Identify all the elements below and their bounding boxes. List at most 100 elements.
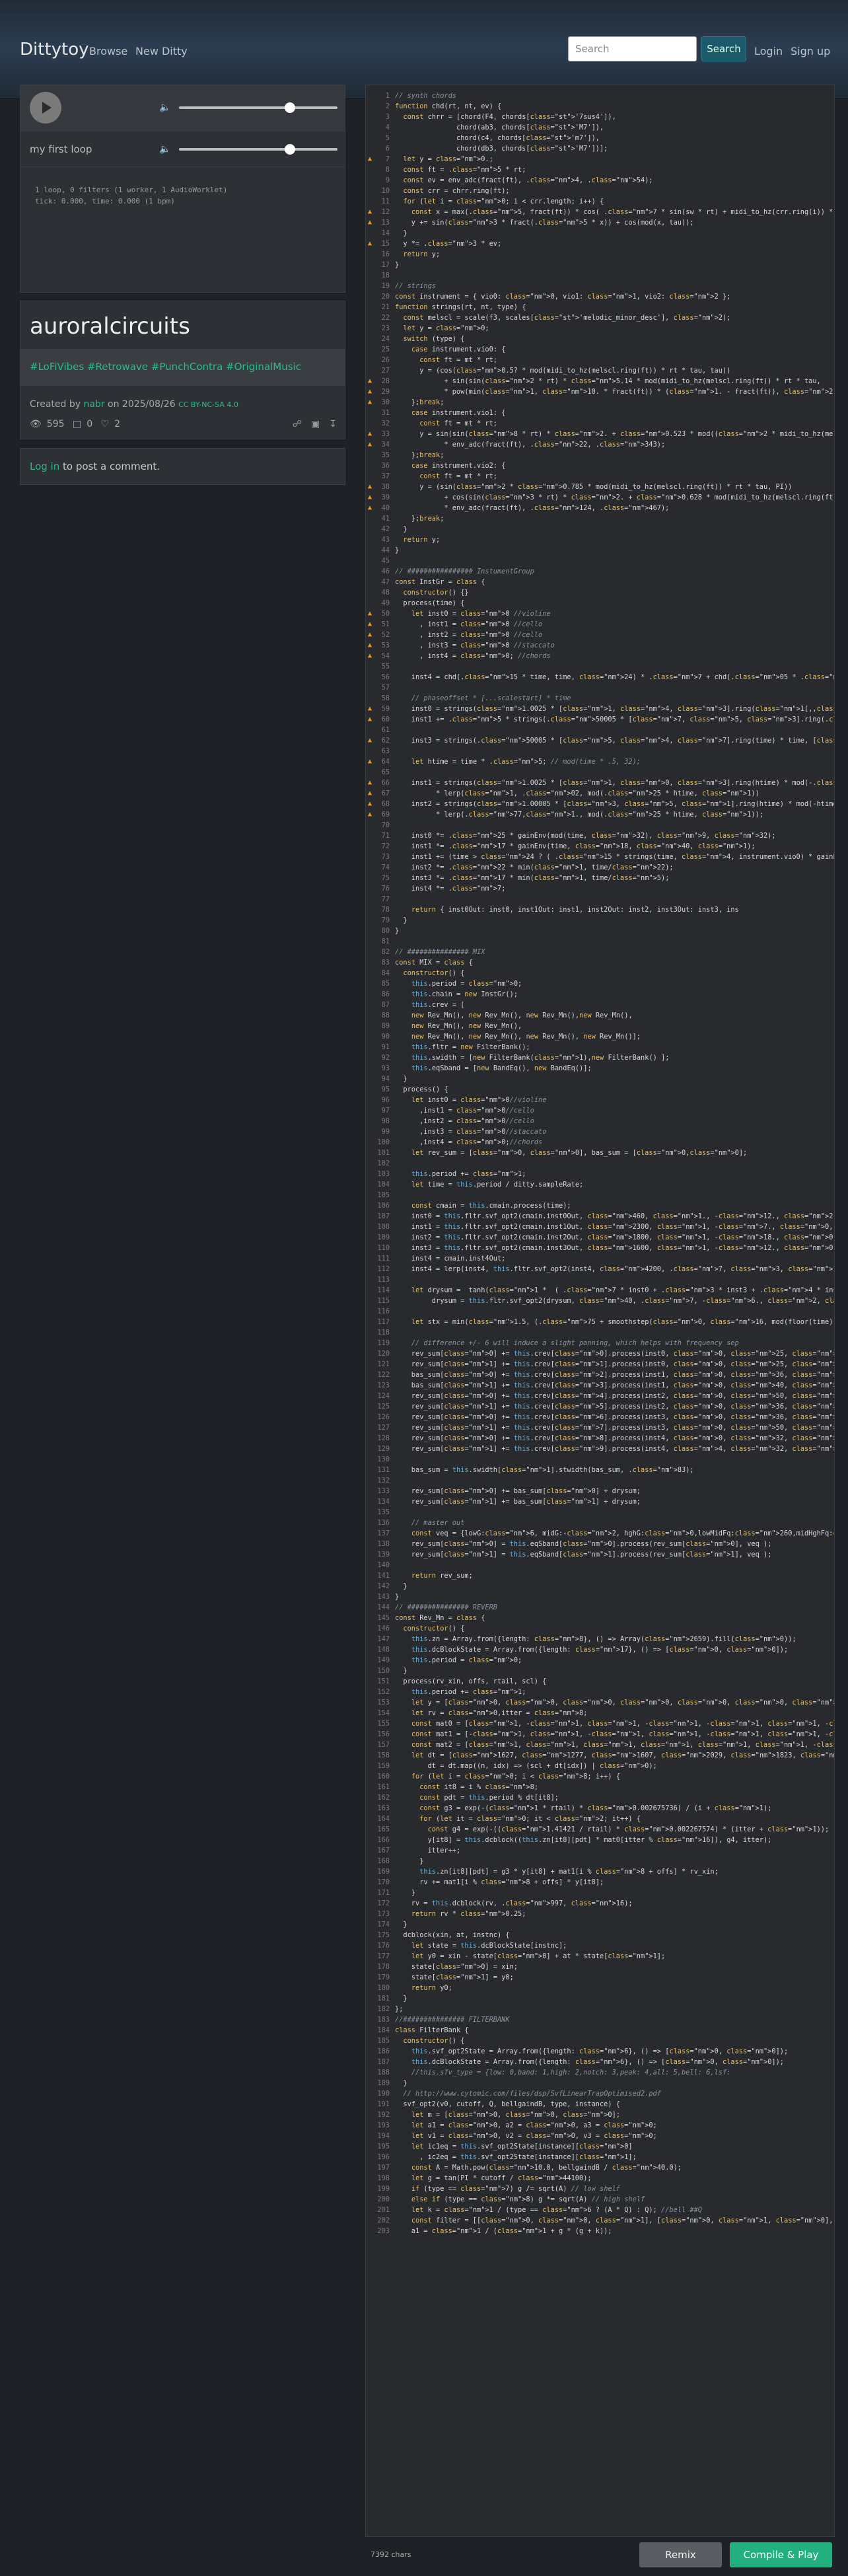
code-line[interactable]: 123 bas_sum[class="nm">1] += this.crev[c… xyxy=(366,1380,834,1391)
code-line[interactable]: 128 rev_sum[class="nm">0] += this.crev[c… xyxy=(366,1433,834,1444)
code-line[interactable]: 199 if (type == class="nm">7) g /= sqrt(… xyxy=(366,2184,834,2194)
code-line[interactable]: 21 function strings(rt, nt, type) { xyxy=(366,302,834,313)
code-line[interactable]: 202 const filter = [[class="nm">0, class… xyxy=(366,2215,834,2226)
code-line[interactable]: ▲ 12 const x = max(.class="nm">5, fract(f… xyxy=(366,207,834,217)
code-line[interactable]: 130 xyxy=(366,1454,834,1465)
code-line[interactable]: 122 bas_sum[class="nm">0] += this.crev[c… xyxy=(366,1370,834,1380)
code-line[interactable]: 196 , ic2eq = this.svf_opt2State[instanc… xyxy=(366,2152,834,2162)
warning-icon[interactable]: ▲ xyxy=(368,239,372,249)
code-line[interactable]: 93 this.eqSband = [new BandEq(), new Ban… xyxy=(366,1063,834,1074)
code-line[interactable]: 187 this.dcBlockState = Array.from({leng… xyxy=(366,2057,834,2067)
code-line[interactable]: 174 } xyxy=(366,1919,834,1930)
master-volume-slider[interactable] xyxy=(179,102,337,113)
warning-icon[interactable]: ▲ xyxy=(368,429,372,439)
code-line[interactable]: 145 const Rev_Mn = class { xyxy=(366,1613,834,1623)
code-line[interactable]: 182}; xyxy=(366,2004,834,2014)
download-icon[interactable]: ↧ xyxy=(329,419,337,429)
code-line[interactable]: 184 class FilterBank { xyxy=(366,2025,834,2036)
code-line[interactable]: 120 rev_sum[class="nm">0] += this.crev[c… xyxy=(366,1348,834,1359)
code-line[interactable]: ▲ 60 inst1 += .class="nm">5 * strings(.cl… xyxy=(366,714,834,725)
code-line[interactable]: 157 const mat2 = [class="nm">1, class="n… xyxy=(366,1740,834,1750)
warning-icon[interactable]: ▲ xyxy=(368,630,372,640)
code-line[interactable]: 153 let y = [class="nm">0, class="nm">0,… xyxy=(366,1697,834,1708)
code-line[interactable]: 148 this.dcBlockState = Array.from({leng… xyxy=(366,1644,834,1655)
code-line[interactable]: 95 process() { xyxy=(366,1084,834,1095)
code-line[interactable]: 186 this.svf_opt2State = Array.from({len… xyxy=(366,2046,834,2057)
code-line[interactable]: 88 new Rev_Mn(), new Rev_Mn(), new Rev_M… xyxy=(366,1010,834,1021)
code-line[interactable]: 160 for (let i = class="nm">0; i < class… xyxy=(366,1771,834,1782)
code-line[interactable]: 181 } xyxy=(366,1993,834,2004)
code-line[interactable]: ▲ 39 + cos(sin(class="nm">3 * rt) * class… xyxy=(366,492,834,503)
code-line[interactable]: 144// ############### REVERB xyxy=(366,1602,834,1613)
code-line[interactable]: 2 function chd(rt, nt, ev) { xyxy=(366,101,834,112)
code-line[interactable]: 113 xyxy=(366,1274,834,1285)
code-line[interactable]: 24 switch (type) { xyxy=(366,334,834,344)
code-line[interactable]: 8 const ft = .class="nm">5 * rt; xyxy=(366,165,834,175)
warning-icon[interactable]: ▲ xyxy=(368,640,372,651)
warning-icon[interactable]: ▲ xyxy=(368,217,372,228)
code-line[interactable]: 166 y[it8] = this.dcblock((this.zn[it8][… xyxy=(366,1835,834,1845)
code-line[interactable]: ▲ 38 y = (sin(class="nm">2 * class="nm">0… xyxy=(366,482,834,492)
code-line[interactable]: 63 xyxy=(366,746,834,756)
code-line[interactable]: ▲ 69 * lerp(.class="nm">77,class="nm">1.,… xyxy=(366,809,834,820)
code-line[interactable]: 197 const A = Math.pow(class="nm">10.0, … xyxy=(366,2162,834,2173)
code-line[interactable]: ▲ 34 * env_adc(fract(ft), .class="nm">22,… xyxy=(366,439,834,450)
warning-icon[interactable]: ▲ xyxy=(368,207,372,217)
code-line[interactable]: 11 for (let i = class="nm">0; i < crr.le… xyxy=(366,196,834,207)
code-line[interactable]: 131 bas_sum = this.swidth[class="nm">1].… xyxy=(366,1465,834,1475)
code-line[interactable]: 117 let stx = min(class="nm">1.5, (.clas… xyxy=(366,1317,834,1327)
code-line[interactable]: 44} xyxy=(366,545,834,556)
warning-icon[interactable]: ▲ xyxy=(368,788,372,799)
code-line[interactable]: 193 let a1 = class="nm">0, a2 = class="n… xyxy=(366,2120,834,2131)
code-line[interactable]: 171 } xyxy=(366,1888,834,1898)
author-link[interactable]: nabr xyxy=(83,399,104,410)
code-line[interactable]: ▲ 15 y *= .class="nm">3 * ev; xyxy=(366,239,834,249)
code-line[interactable]: 45 xyxy=(366,556,834,566)
code-line[interactable]: 104 let time = this.period / ditty.sampl… xyxy=(366,1179,834,1190)
warning-icon[interactable]: ▲ xyxy=(368,608,372,619)
tag-list[interactable]: #LoFiVibes #Retrowave #PunchContra #Orig… xyxy=(30,361,301,373)
code-line[interactable]: 79 } xyxy=(366,915,834,926)
code-line[interactable]: 139 rev_sum[class="nm">1] = this.eqSband… xyxy=(366,1549,834,1560)
code-line[interactable]: 114 let drysum = tanh(class="nm">1 * ( .… xyxy=(366,1285,834,1296)
code-line[interactable]: 156 const mat1 = [-class="nm">1, class="… xyxy=(366,1729,834,1740)
code-line[interactable]: 170 rv += mat1[i % class="nm">8 + offs] … xyxy=(366,1877,834,1888)
code-line[interactable]: 119 // difference +/- 6 will induce a sl… xyxy=(366,1338,834,1348)
code-line[interactable]: ▲ 67 * lerp(class="nm">1, .class="nm">02,… xyxy=(366,788,834,799)
signup-link[interactable]: Sign up xyxy=(791,45,830,57)
code-line[interactable]: 178 state[class="nm">0] = xin; xyxy=(366,1962,834,1972)
code-line[interactable]: 16 return y; xyxy=(366,249,834,260)
code-line[interactable]: 159 dt = dt.map((n, idx) => (scl + dt[id… xyxy=(366,1761,834,1771)
code-line[interactable]: 91 this.fltr = new FilterBank(); xyxy=(366,1042,834,1052)
license-link[interactable]: CC BY-NC-SA 4.0 xyxy=(178,400,238,409)
code-line[interactable]: 109 inst2 = this.fltr.svf_opt2(cmain.ins… xyxy=(366,1232,834,1243)
code-line[interactable]: 57 xyxy=(366,682,834,693)
code-line[interactable]: 134 rev_sum[class="nm">1] += bas_sum[cla… xyxy=(366,1496,834,1507)
code-line[interactable]: 105 xyxy=(366,1190,834,1200)
code-line[interactable]: ▲ 50 let inst0 = class="nm">0 //violine xyxy=(366,608,834,619)
code-line[interactable]: 149 this.period = class="nm">0; xyxy=(366,1655,834,1666)
warning-icon[interactable]: ▲ xyxy=(368,704,372,714)
code-line[interactable]: 126 rev_sum[class="nm">0] += this.crev[c… xyxy=(366,1412,834,1422)
code-line[interactable]: 90 new Rev_Mn(), new Rev_Mn(), new Rev_M… xyxy=(366,1031,834,1042)
warning-icon[interactable]: ▲ xyxy=(368,482,372,492)
code-line[interactable]: ▲ 62 inst3 = strings(.class="nm">50005 * … xyxy=(366,735,834,746)
code-line[interactable]: 94 } xyxy=(366,1074,834,1084)
code-line[interactable]: ▲ 66 inst1 = strings(class="nm">1.0025 * … xyxy=(366,778,834,788)
search-input[interactable] xyxy=(568,36,697,61)
track-volume-slider[interactable] xyxy=(179,144,337,155)
comment-login-link[interactable]: Log in xyxy=(30,460,59,472)
search-button[interactable]: Search xyxy=(701,36,746,61)
code-line[interactable]: 146 constructor() { xyxy=(366,1623,834,1634)
code-line[interactable]: 179 state[class="nm">1] = y0; xyxy=(366,1972,834,1983)
code-line[interactable]: 192 let m = [class="nm">0, class="nm">0,… xyxy=(366,2110,834,2120)
likes-icon[interactable]: ♡ xyxy=(101,419,110,429)
code-line[interactable]: 133 rev_sum[class="nm">0] += bas_sum[cla… xyxy=(366,1486,834,1496)
code-line[interactable]: 81 xyxy=(366,936,834,947)
warning-icon[interactable]: ▲ xyxy=(368,397,372,408)
play-button[interactable] xyxy=(30,92,61,124)
code-line[interactable]: 10 const crr = chrr.ring(ft); xyxy=(366,186,834,196)
warning-icon[interactable]: ▲ xyxy=(368,756,372,767)
code-line[interactable]: 154 let rv = class="nm">0,itter = class=… xyxy=(366,1708,834,1718)
code-line[interactable]: 100 ,inst4 = class="nm">0;//chords xyxy=(366,1137,834,1148)
